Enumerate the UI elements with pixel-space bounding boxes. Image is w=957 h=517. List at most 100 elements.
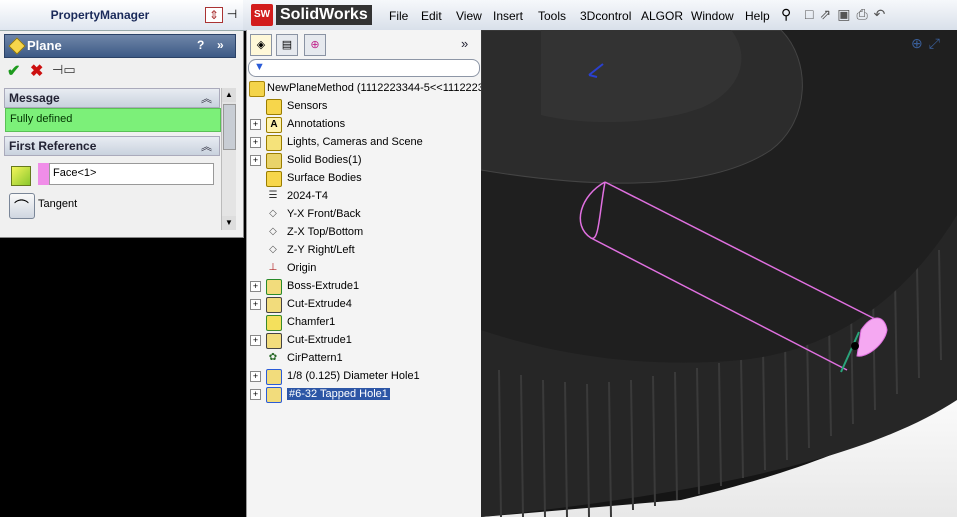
tree-item-label: Y-X Front/Back	[287, 208, 361, 220]
tree-item-label: #6-32 Tapped Hole1	[287, 388, 390, 400]
filter-funnel-icon: ▼	[254, 61, 265, 73]
tree-item[interactable]: ✿ CirPattern1	[247, 350, 481, 368]
property-manager-scrollbar[interactable]: ▲ ▼	[221, 88, 236, 230]
tree-item[interactable]: + Lights, Cameras and Scene	[247, 134, 481, 152]
tree-item[interactable]: + A Annotations	[247, 116, 481, 134]
tree-item[interactable]: ⊥ Origin	[247, 260, 481, 278]
expand-plus-icon[interactable]: +	[250, 155, 261, 166]
expand-plus-icon[interactable]: +	[250, 371, 261, 382]
solidworks-logo-icon: SW	[251, 4, 273, 26]
reference-value: Face<1>	[53, 167, 97, 179]
heads-up-toolbar: ⊕⤢	[911, 35, 946, 52]
tree-item-label: Cut-Extrude1	[287, 334, 352, 346]
tree-item[interactable]: Surface Bodies	[247, 170, 481, 188]
menu-insert[interactable]: Insert	[493, 9, 523, 23]
menu-view[interactable]: View	[456, 9, 482, 23]
collapse-icon[interactable]: »	[217, 38, 224, 52]
tree-item[interactable]: Sensors	[247, 98, 481, 116]
scroll-down-icon[interactable]: ▼	[222, 216, 236, 230]
tree-item-text: Chamfer1	[287, 316, 335, 328]
expand-plus-icon[interactable]: +	[250, 281, 261, 292]
tree-item[interactable]: + Cut-Extrude1	[247, 332, 481, 350]
graphics-area[interactable]: ⊕⤢	[481, 30, 957, 517]
menu-file[interactable]: File	[389, 9, 408, 23]
print-icon[interactable]: ⎙	[856, 6, 873, 22]
zoom-to-fit-icon[interactable]: ⊕	[911, 35, 929, 51]
tangent-icon: ⌒	[14, 199, 30, 216]
pushpin-icon[interactable]: ⊣▭	[52, 62, 76, 78]
tree-item[interactable]: + #6-32 Tapped Hole1	[247, 386, 481, 404]
tree-root-item[interactable]: NewPlaneMethod (1112223344-5<<1112223	[247, 80, 484, 98]
tree-filter-input[interactable]: ▼	[248, 59, 480, 77]
surface-bodies-icon	[266, 171, 282, 187]
tree-item-label: Z-X Top/Bottom	[287, 226, 364, 238]
message-section-header[interactable]: Message ︽	[4, 88, 220, 108]
menu-tools[interactable]: Tools	[538, 9, 566, 23]
plane-feature-icon	[8, 37, 26, 55]
undo-icon[interactable]: ↶	[874, 6, 892, 22]
tangent-button[interactable]: ⌒	[9, 193, 35, 219]
tree-item[interactable]: ◇ Z-X Top/Bottom	[247, 224, 481, 242]
tree-item-label: 1/8 (0.125) Diameter Hole1	[287, 370, 420, 382]
new-document-icon[interactable]: □	[805, 6, 819, 22]
part-icon	[249, 81, 265, 97]
expand-plus-icon[interactable]: +	[250, 299, 261, 310]
zoom-area-icon[interactable]: ⤢	[929, 35, 946, 51]
first-reference-field[interactable]: Face<1>	[49, 163, 214, 185]
property-manager-header: PropertyManager ⇕ ⊣	[0, 0, 243, 31]
tree-item-text: Surface Bodies	[287, 172, 362, 184]
scrollbar-thumb[interactable]	[223, 104, 236, 150]
save-icon[interactable]: ▣	[837, 6, 856, 22]
open-icon[interactable]: ⇗	[819, 6, 837, 22]
tree-item[interactable]: ☰ 2024-T4	[247, 188, 481, 206]
tree-item[interactable]: ◇ Y-X Front/Back	[247, 206, 481, 224]
expand-plus-icon[interactable]: +	[250, 119, 261, 130]
feature-title: Plane	[27, 38, 62, 53]
tree-item[interactable]: + Solid Bodies(1)	[247, 152, 481, 170]
feature-manager-tab-icon[interactable]: ◈	[250, 34, 272, 56]
expand-tabs-icon[interactable]: »	[461, 36, 468, 51]
tree-item-text: 2024-T4	[287, 190, 328, 202]
tree-item[interactable]: ◇ Z-Y Right/Left	[247, 242, 481, 260]
cut-icon	[266, 297, 282, 313]
property-manager-tab-icon[interactable]: ▤	[276, 34, 298, 56]
cut-icon	[266, 333, 282, 349]
configuration-manager-tab-icon[interactable]: ⊕	[304, 34, 326, 56]
help-icon[interactable]: ?	[197, 38, 204, 52]
tree-item-label: Chamfer1	[287, 316, 336, 328]
expand-plus-icon[interactable]: +	[250, 389, 261, 400]
chevron-up-icon[interactable]: ︽	[201, 138, 212, 154]
solid-bodies-icon	[266, 153, 282, 169]
tree-item-label: Cut-Extrude4	[287, 298, 352, 310]
standard-toolbar: □⇗▣⎙↶	[805, 6, 891, 23]
pushpin-icon[interactable]: ⚲	[781, 6, 791, 23]
first-reference-section-header[interactable]: First Reference ︽	[4, 136, 220, 156]
tree-tabs: ◈ ▤ ⊕ »	[247, 34, 481, 56]
plane-icon: ◇	[269, 208, 277, 219]
tree-item[interactable]: +1/8 (0.125) Diameter Hole1	[247, 368, 481, 386]
menu-algor[interactable]: ALGOR	[641, 9, 683, 23]
expand-plus-icon[interactable]: +	[250, 137, 261, 148]
tree-item-text: Cut-Extrude4	[287, 298, 352, 310]
chevron-up-icon[interactable]: ︽	[201, 90, 212, 106]
ok-check-icon[interactable]: ✔	[7, 61, 20, 81]
face-cube-icon	[11, 166, 31, 186]
menu-edit[interactable]: Edit	[421, 9, 442, 23]
expand-plus-icon[interactable]: +	[250, 335, 261, 346]
tree-item[interactable]: Chamfer1	[247, 314, 481, 332]
menu-3dcontrol[interactable]: 3Dcontrol	[580, 9, 631, 23]
sensor-icon	[266, 99, 282, 115]
menu-window[interactable]: Window	[691, 9, 734, 23]
split-panel-icon[interactable]: ⇕	[205, 7, 223, 23]
pin-icon[interactable]: ⊣	[224, 7, 240, 21]
tree-item-text: Annotations	[287, 118, 345, 130]
model-viewport[interactable]	[481, 30, 957, 517]
menu-help[interactable]: Help	[745, 9, 770, 23]
tree-item[interactable]: + Cut-Extrude4	[247, 296, 481, 314]
feature-title-bar: Plane ? »	[4, 34, 236, 58]
cancel-x-icon[interactable]: ✖	[30, 61, 43, 81]
scroll-up-icon[interactable]: ▲	[222, 88, 236, 102]
tree-item-text: Y-X Front/Back	[287, 208, 361, 220]
tree-item[interactable]: + Boss-Extrude1	[247, 278, 481, 296]
tree-item-label: 2024-T4	[287, 190, 328, 202]
